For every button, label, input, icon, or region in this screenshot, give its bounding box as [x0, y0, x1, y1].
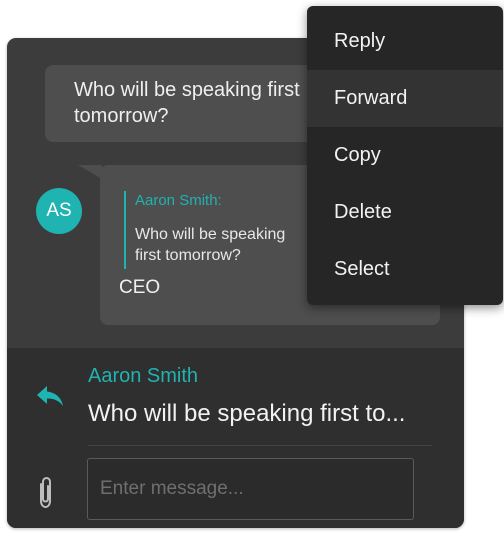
reply-divider — [88, 445, 432, 446]
context-menu: Reply Forward Copy Delete Select — [307, 6, 503, 305]
incoming-message-text: CEO — [119, 277, 161, 298]
reply-preview-bar[interactable]: Aaron Smith Who will be speaking first t… — [7, 348, 464, 456]
menu-item-forward[interactable]: Forward — [307, 70, 503, 127]
reply-preview-author: Aaron Smith — [88, 365, 199, 387]
menu-item-reply[interactable]: Reply — [307, 13, 503, 70]
menu-item-delete[interactable]: Delete — [307, 184, 503, 241]
reply-arrow-icon — [37, 386, 63, 406]
reply-preview-text: Who will be speaking first to... — [88, 400, 406, 427]
menu-item-select[interactable]: Select — [307, 241, 503, 298]
chat-screen: Who will be speaking first tomorrow? AS … — [0, 0, 504, 534]
incoming-bubble-tail — [78, 165, 102, 179]
message-input[interactable] — [87, 458, 414, 520]
avatar[interactable]: AS — [36, 188, 82, 234]
paperclip-icon[interactable] — [35, 476, 55, 510]
composer — [7, 456, 464, 528]
quoted-message-text: Who will be speaking first tomorrow? — [135, 226, 286, 264]
menu-item-copy[interactable]: Copy — [307, 127, 503, 184]
outgoing-message-text: Who will be speaking first tomorrow? — [74, 79, 300, 127]
